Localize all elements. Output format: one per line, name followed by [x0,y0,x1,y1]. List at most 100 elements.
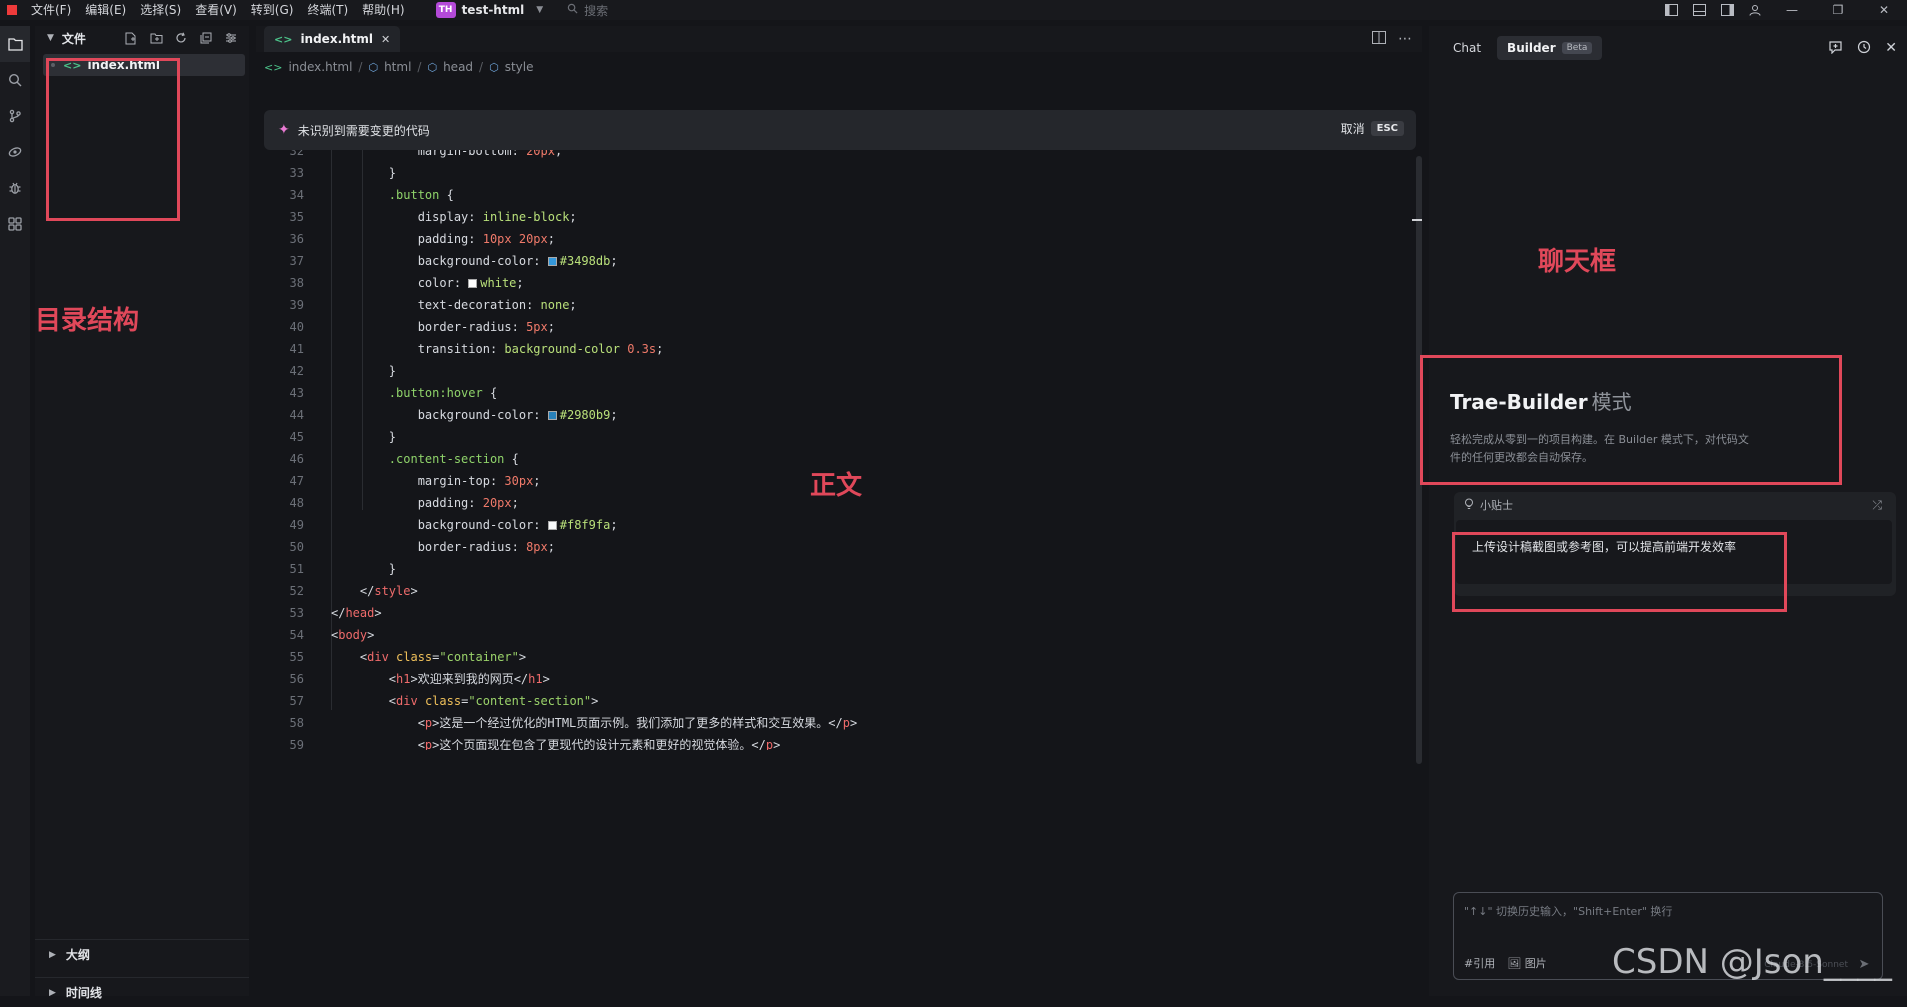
layout-left-icon[interactable] [1657,0,1685,20]
menu-file[interactable]: 文件(F) [24,0,78,20]
new-folder-icon[interactable] [148,30,164,46]
line-number: 48 [289,496,304,510]
more-icon[interactable]: ⋯ [1398,31,1412,48]
color-swatch-icon[interactable] [547,521,557,530]
close-icon[interactable]: ✕ [381,33,390,46]
code-text: padding: 10px 20px; [331,232,555,246]
code-line[interactable]: 59 <p>这个页面现在包含了更现代的设计元素和更好的视觉体验。</p> [256,734,1406,750]
new-file-icon[interactable] [123,30,139,46]
menu-help[interactable]: 帮助(H) [355,0,411,20]
code-line[interactable]: 36 padding: 10px 20px; [256,228,1406,250]
menu-edit[interactable]: 编辑(E) [78,0,133,20]
line-number: 42 [289,364,304,378]
menu-view[interactable]: 查看(V) [188,0,244,20]
code-line[interactable]: 45 } [256,426,1406,448]
outline-section[interactable]: ▶ 大纲 [35,939,249,969]
project-switcher[interactable]: TH test-html ▼ [435,0,543,20]
explorer-header[interactable]: ▼ 文件 [35,26,249,50]
menu-selection[interactable]: 选择(S) [133,0,188,20]
image-button[interactable]: 🖼︎ 图片 [1507,955,1546,971]
code-line[interactable]: 51 } [256,558,1406,580]
code-line[interactable]: 55 <div class="container"> [256,646,1406,668]
search-icon[interactable] [0,62,30,98]
code-line[interactable]: 43 .button:hover { [256,382,1406,404]
code-editor[interactable]: 32 margin-bottom: 20px; 33 } 34 .button {3… [256,150,1416,750]
code-text: .button:hover { [331,386,498,400]
ai-cancel-button[interactable]: 取消 ESC [1341,120,1404,137]
line-number: 47 [289,474,304,488]
timeline-section[interactable]: ▶ 时间线 [35,977,249,1007]
split-editor-icon[interactable] [1372,31,1386,48]
tab-chat-label: Chat [1453,41,1482,55]
explorer-title: 文件 [61,31,86,46]
code-text: display: inline-block; [331,210,577,224]
files-icon[interactable] [0,26,30,62]
code-line[interactable]: 41 transition: background-color 0.3s; [256,338,1406,360]
code-line[interactable]: 54 <body> [256,624,1406,646]
breadcrumb-item[interactable]: style [505,60,534,74]
remote-icon[interactable] [0,134,30,170]
line-number: 39 [289,298,304,312]
code-line[interactable]: 32 margin-bottom: 20px; [256,150,1406,162]
title-search[interactable]: 搜索 [567,2,608,19]
tab-index-html[interactable]: <> index.html ✕ [264,26,401,52]
code-text: <div class="content-section"> [331,694,599,708]
debug-icon[interactable] [0,170,30,206]
reference-button[interactable]: #引用 [1464,955,1495,971]
color-swatch-icon[interactable] [547,411,557,420]
filter-settings-icon[interactable] [223,30,239,46]
code-line[interactable]: 53 </head> [256,602,1406,624]
code-line[interactable]: 49 background-color: #f8f9fa; [256,514,1406,536]
code-line[interactable]: 57 <div class="content-section"> [256,690,1406,712]
menu-terminal[interactable]: 终端(T) [300,0,355,20]
collapse-all-icon[interactable] [198,30,214,46]
history-icon[interactable] [1857,40,1871,58]
menu-goto[interactable]: 转到(G) [244,0,301,20]
code-line[interactable]: 34 .button { [256,184,1406,206]
close-icon[interactable]: ✕ [1885,40,1897,58]
code-text: border-radius: 5px; [331,320,555,334]
chat-panel: Chat Builder Beta ✕ Trae-Builder 模式 轻松完成从… [1429,26,1907,996]
app-logo [0,0,24,20]
breadcrumb-item[interactable]: head [443,60,473,74]
extensions-icon[interactable] [0,206,30,242]
code-line[interactable]: 50 border-radius: 8px; [256,536,1406,558]
code-text: <body> [331,628,375,642]
line-number: 32 [289,150,304,158]
code-line[interactable]: 37 background-color: #3498db; [256,250,1406,272]
refresh-icon[interactable] [173,30,189,46]
color-swatch-icon[interactable] [547,257,557,266]
new-chat-icon[interactable] [1828,40,1843,58]
code-line[interactable]: 58 <p>这是一个经过优化的HTML页面示例。我们添加了更多的样式和交互效果。… [256,712,1406,734]
restore-icon[interactable]: ❐ [1815,0,1861,20]
code-line[interactable]: 42 } [256,360,1406,382]
line-number: 41 [289,342,304,356]
tab-builder[interactable]: Builder Beta [1497,36,1603,60]
code-line[interactable]: 39 text-decoration: none; [256,294,1406,316]
color-swatch-icon[interactable] [468,279,478,288]
tab-label: index.html [300,32,374,46]
account-icon[interactable] [1741,0,1769,20]
breadcrumb-item[interactable]: html [384,60,411,74]
activity-bar [0,26,30,996]
code-text: transition: background-color 0.3s; [331,342,664,356]
code-text: background-color: #f8f9fa; [331,518,618,532]
code-line[interactable]: 44 background-color: #2980b9; [256,404,1406,426]
close-icon[interactable]: ✕ [1861,0,1907,20]
breadcrumb-item[interactable]: index.html [288,60,352,74]
layout-right-icon[interactable] [1713,0,1741,20]
source-control-icon[interactable] [0,98,30,134]
line-number: 58 [289,716,304,730]
code-line[interactable]: 33 } [256,162,1406,184]
tab-chat[interactable]: Chat [1443,36,1491,60]
code-line[interactable]: 38 color: white; [256,272,1406,294]
code-line[interactable]: 35 display: inline-block; [256,206,1406,228]
minimize-icon[interactable]: — [1769,0,1815,20]
project-name: test-html [461,3,525,17]
code-line[interactable]: 40 border-radius: 5px; [256,316,1406,338]
layout-bottom-icon[interactable] [1685,0,1713,20]
code-line[interactable]: 56 <h1>欢迎来到我的网页</h1> [256,668,1406,690]
code-line[interactable]: 52 </style> [256,580,1406,602]
shuffle-icon[interactable]: ⤮ [1872,498,1882,513]
breadcrumb: <> index.html / ⬡ html / ⬡ head / ⬡ styl… [264,60,534,74]
